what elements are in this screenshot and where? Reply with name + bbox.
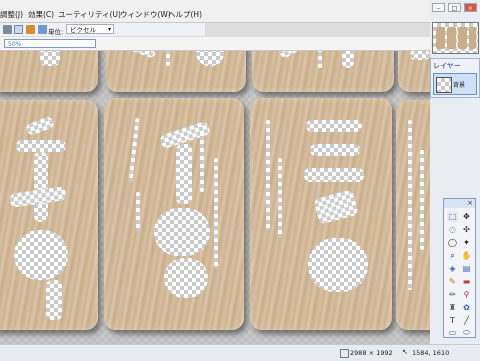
unit-label: 単位: [48, 28, 64, 36]
cursor-position-text: 1584, 1610 [412, 349, 450, 357]
toolbar: 単位: ピクセル ▾ [0, 23, 205, 36]
magic-wand-icon[interactable]: ✦ [461, 237, 472, 248]
image-canvas[interactable] [0, 50, 430, 344]
ruler-icon[interactable] [26, 25, 35, 34]
layer-item[interactable]: 背景 [433, 73, 477, 95]
window-minimize-icon[interactable]: – [432, 3, 445, 12]
tools-titlebar[interactable]: × [444, 199, 475, 208]
menu-adjust[interactable]: 調整(J) [0, 9, 23, 20]
karuta-card-right [250, 98, 392, 330]
karuta-card-top-2 [106, 50, 246, 92]
shape-icon[interactable]: ▭ [447, 327, 458, 338]
hand-icon[interactable]: ✋ [461, 250, 472, 261]
window-controls: – □ × [432, 3, 478, 13]
unit-value: ピクセル [70, 26, 96, 34]
karuta-card-center [104, 98, 244, 330]
unit-icon [38, 25, 47, 34]
karuta-card-far-right [396, 100, 430, 330]
menu-effects[interactable]: 効果(C) [28, 9, 54, 20]
unit-dropdown[interactable]: ピクセル ▾ [66, 24, 114, 34]
menu-window[interactable]: ウィンドウ(W) [120, 9, 171, 20]
brush-icon[interactable]: ✎ [447, 276, 458, 287]
clone-stamp-icon[interactable]: ♜ [447, 302, 458, 313]
text-icon[interactable]: T [447, 315, 458, 326]
window-restore-icon[interactable]: □ [448, 3, 461, 12]
gradient-icon[interactable]: ▤ [461, 263, 472, 274]
karuta-card-top-4 [398, 50, 430, 92]
chevron-down-icon: ▾ [107, 26, 111, 33]
tools-panel: × ⬚ ✥ ◌ ✣ ◯ ✦ ⌕ ✋ ◈ ▤ ✎ ▬ ✏ ⚲ ♜ ✿ T ╱ ▭ … [443, 198, 476, 338]
menu-bar: 調整(J) 効果(C) ユーティリティ(U) ウィンドウ(W) ヘルプ(H) [0, 0, 430, 23]
rect-select-icon[interactable]: ⬚ [447, 211, 458, 222]
layer-thumbnail [436, 77, 452, 93]
zoom-field[interactable]: 50% [4, 39, 96, 48]
image-size-icon [340, 349, 349, 358]
karuta-card-top-1 [0, 50, 98, 92]
ellipse-icon[interactable]: ⬭ [461, 327, 472, 338]
recolor-icon[interactable]: ✿ [461, 302, 472, 313]
layers-title: レイヤー [433, 62, 461, 70]
progress-toolbar: 50% [0, 37, 430, 51]
line-icon[interactable]: ╱ [461, 315, 472, 326]
layers-panel: レイヤー 背景 [430, 58, 480, 98]
move-selection-icon[interactable]: ✥ [461, 211, 472, 222]
image-size-text: 2988 × 1992 [350, 349, 393, 357]
lasso-icon[interactable]: ◌ [447, 224, 458, 235]
layer-name: 背景 [453, 82, 466, 89]
move-icon[interactable]: ✣ [461, 224, 472, 235]
cursor-icon: ↖ [402, 348, 408, 356]
grid-icon[interactable] [14, 25, 23, 34]
menu-utilities[interactable]: ユーティリティ(U) [58, 9, 121, 20]
karuta-card-top-3 [252, 50, 394, 92]
zoom-value: 50% [8, 41, 22, 48]
image-size-icon[interactable] [3, 25, 12, 34]
karuta-card-left [0, 100, 98, 330]
pencil-icon[interactable]: ✏ [447, 289, 458, 300]
menu-help[interactable]: ヘルプ(H) [168, 9, 202, 20]
close-icon[interactable]: × [466, 199, 474, 207]
navigator-thumbnail[interactable] [432, 22, 479, 54]
color-picker-icon[interactable]: ⚲ [461, 289, 472, 300]
zoom-icon[interactable]: ⌕ [447, 250, 458, 261]
eraser-icon[interactable]: ▬ [461, 276, 472, 287]
status-bar: 2988 × 1992 ↖ 1584, 1610 [0, 344, 480, 361]
ellipse-select-icon[interactable]: ◯ [447, 237, 458, 248]
paint-bucket-icon[interactable]: ◈ [447, 263, 458, 274]
window-close-icon[interactable]: × [464, 3, 477, 12]
